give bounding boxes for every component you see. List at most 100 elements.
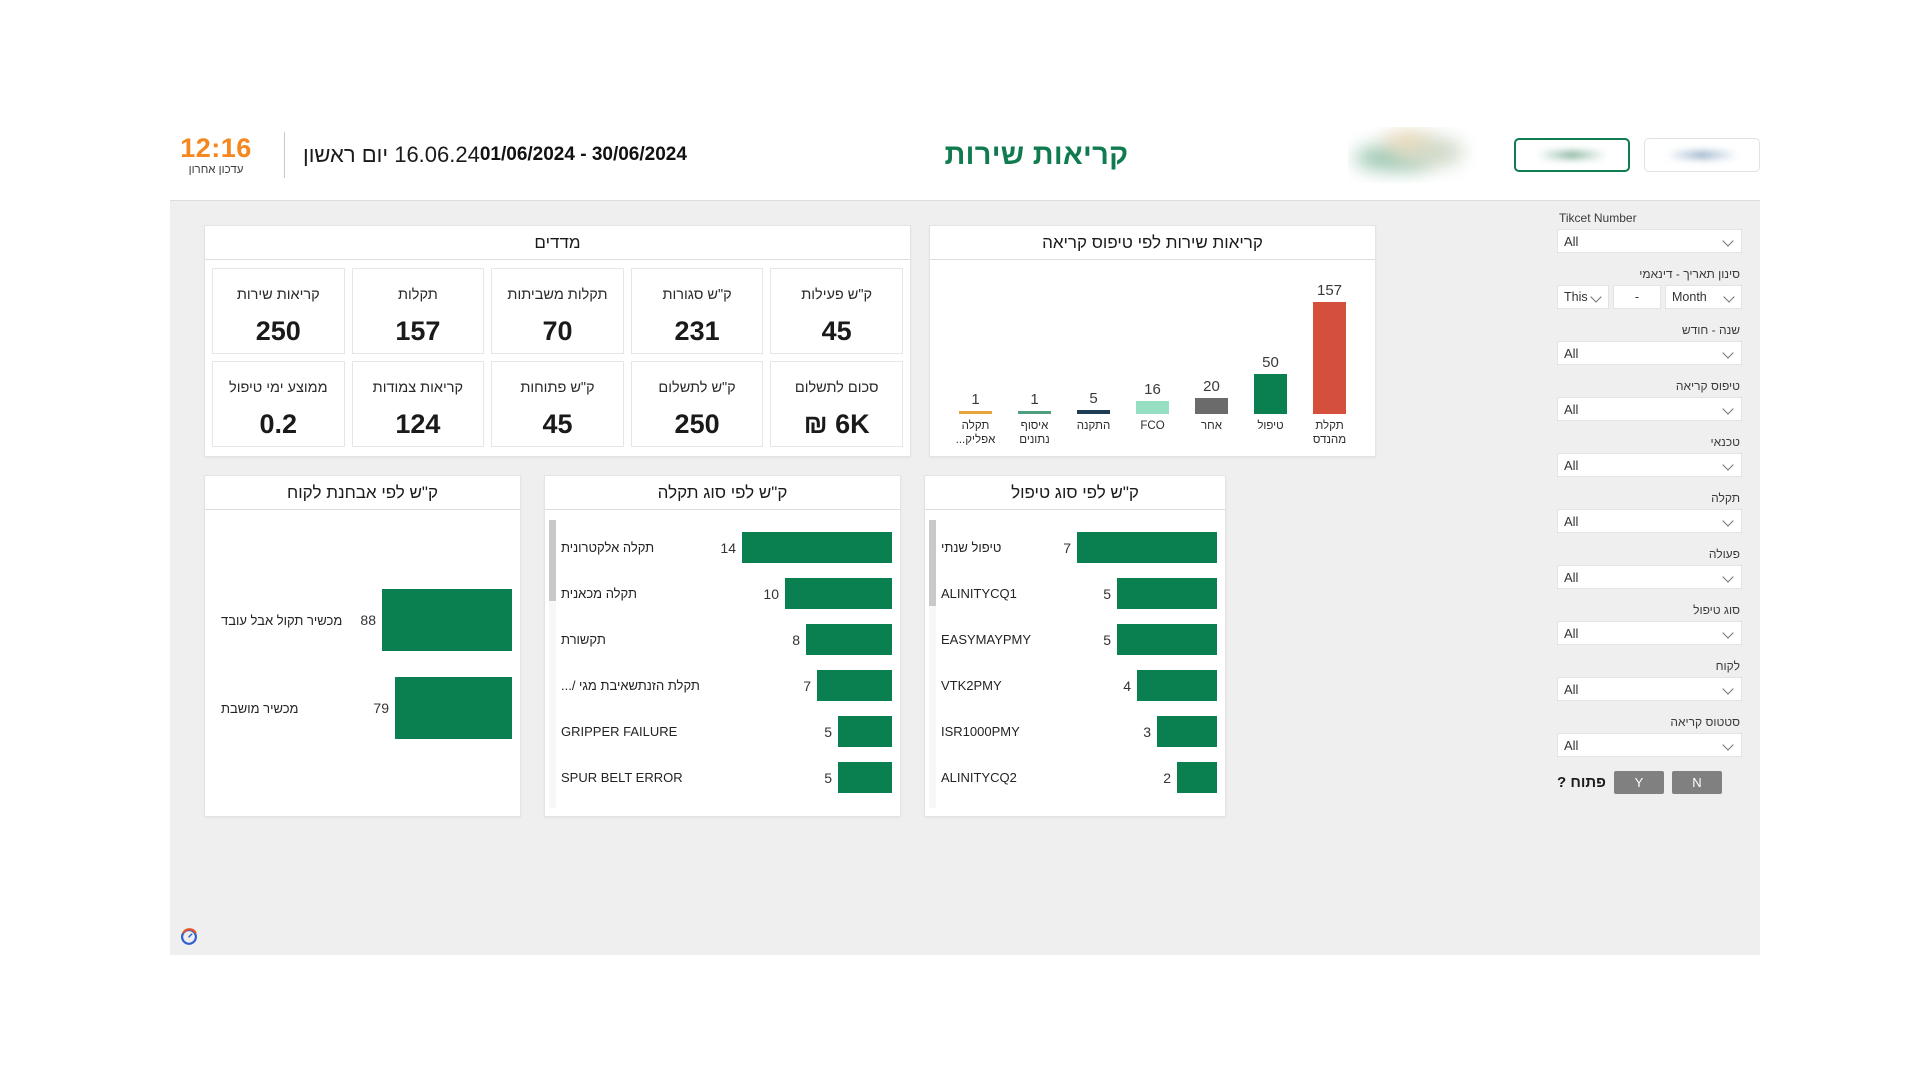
kpi-tile[interactable]: קריאות שירות 250 [212,268,345,354]
column-item[interactable]: 157 תקלת מהנדס [1300,266,1359,456]
column-value-label: 1 [1030,391,1039,408]
filter-dynamic-date-relative-value: This [1564,290,1588,304]
hbar-fill[interactable] [1077,532,1217,563]
column-bar[interactable] [1253,374,1288,414]
hbar-value-label: 5 [1103,631,1111,648]
hbar-row[interactable]: VTK2PMY 4 [933,670,1217,701]
hbar-fill[interactable] [806,624,892,655]
filter-dynamic-date-period[interactable]: Month [1665,285,1742,309]
column-bar[interactable] [1194,398,1229,414]
filter-treatment-type-value: All [1564,625,1579,641]
header-secondary-button[interactable] [1644,138,1760,172]
report-canvas: מדדים קריאות שירות 250 תקלות 157 תקלות משבית… [170,200,1760,955]
column-value-label: 1 [971,391,980,408]
kpi-card: מדדים קריאות שירות 250 תקלות 157 תקלות משבית… [205,226,910,456]
hbar-row[interactable]: תקלת הזנתשאיבת מגי /... 7 [553,670,892,701]
hbar-row[interactable]: ALINITYCQ2 2 [933,762,1217,793]
filter-fault[interactable]: All [1557,509,1742,533]
treatment-type-scrollbar[interactable] [929,520,936,808]
calls-by-customer-diagnosis-title: ק"ש לפי אבחנת לקוח [205,476,520,510]
filter-fault-value: All [1564,513,1579,529]
hbar-category-label: ALINITYCQ2 [941,770,1017,785]
column-item[interactable]: 20 אחר [1182,266,1241,456]
hbar-fill[interactable] [382,589,512,651]
open-toggle-no[interactable]: N [1671,771,1722,794]
hbar-row[interactable]: תקשורת 8 [553,624,892,655]
hbar-fill[interactable] [742,532,892,563]
filter-call-type[interactable]: All [1557,397,1742,421]
kpi-tile[interactable]: תקלות 157 [351,268,485,354]
hbar-value-label: 88 [360,612,376,628]
kpi-tile[interactable]: ק"ש פעילות 45 [770,268,903,354]
kpi-grid: קריאות שירות 250 תקלות 157 תקלות משביתות 70 ק"… [205,260,910,456]
filter-dynamic-date-relative[interactable]: This [1557,285,1609,309]
column-inner: 157 [1300,282,1359,414]
hbar-fill[interactable] [1177,762,1217,793]
hbar-row[interactable]: תקלה אלקטרונית 14 [553,532,892,563]
hbar-fill[interactable] [395,677,512,739]
hbar-fill[interactable] [838,716,892,747]
filter-label-call-status: סטטוס קריאה [1670,715,1740,729]
column-bar[interactable] [1135,401,1170,414]
hbar-row[interactable]: מכשיר תקול אבל עובד 88 [213,589,512,651]
column-category-label: אחר [1201,420,1222,432]
column-item[interactable]: 16 FCO [1123,266,1182,456]
filter-action[interactable]: All [1557,565,1742,589]
kpi-tile-label: ק"ש פעילות [801,286,873,303]
kpi-row: קריאות שירות 250 תקלות 157 תקלות משביתות 70 ק"… [212,268,903,354]
hbar-fill[interactable] [1157,716,1217,747]
hbar-row[interactable]: תקלה מכאנית 10 [553,578,892,609]
treatment-type-scrollbar-thumb[interactable] [929,520,936,607]
filter-ticket-number[interactable]: All [1557,229,1742,253]
filter-treatment-type[interactable]: All [1557,621,1742,645]
fault-type-scrollbar-thumb[interactable] [549,520,556,601]
column-item[interactable]: 1 איסוף נתונים [1005,266,1064,456]
hbar-fill[interactable] [817,670,892,701]
filter-year-month[interactable]: All [1557,341,1742,365]
filter-call-status[interactable]: All [1557,733,1742,757]
hbar-category-label: תקלת הזנתשאיבת מגי /... [561,678,700,693]
column-item[interactable]: 1 תקלה אפליק... [946,266,1005,456]
calls-by-fault-type-card: ק"ש לפי סוג תקלה תקלה אלקטרונית 14 תקלה מכ… [545,476,900,816]
hbar-fill[interactable] [838,762,892,793]
kpi-tile[interactable]: ק"ש סגורות 231 [630,268,764,354]
hbar-row[interactable]: GRIPPER FAILURE 5 [553,716,892,747]
hbar-row[interactable]: מכשיר מושבת 79 [213,677,512,739]
hbar-row[interactable]: טיפול שנתי 7 [933,532,1217,563]
page-title: קריאות שירות [944,138,1129,171]
kpi-tile[interactable]: ממוצע ימי טיפול 0.2 [212,361,345,447]
column-inner: 50 [1241,282,1300,414]
filter-label-call-type: טיפוס קריאה [1675,379,1740,393]
chevron-down-icon [1723,684,1734,695]
header-primary-button[interactable] [1514,138,1630,172]
kpi-tile[interactable]: סכום לתשלום 6K ₪ [770,361,903,447]
kpi-tile[interactable]: קריאות צמודות 124 [351,361,485,447]
filter-customer[interactable]: All [1557,677,1742,701]
kpi-tile[interactable]: תקלות משביתות 70 [491,268,624,354]
hbar-track: 10 [701,578,892,609]
hbar-fill[interactable] [785,578,892,609]
hbar-fill[interactable] [1117,624,1217,655]
column-bar[interactable] [1312,302,1347,414]
hbar-fill[interactable] [1117,578,1217,609]
hbar-fill[interactable] [1137,670,1217,701]
filter-dynamic-date-offset[interactable]: - [1613,285,1661,309]
calls-by-treatment-type-plot: טיפול שנתי 7 ALINITYCQ1 5 EASYMAYPMY 5 VTK2PMY… [925,510,1225,816]
hbar-category-label: ALINITYCQ1 [941,586,1017,601]
hbar-row[interactable]: SPUR BELT ERROR 5 [553,762,892,793]
chevron-down-icon [1723,404,1734,415]
hbar-row[interactable]: ALINITYCQ1 5 [933,578,1217,609]
kpi-tile[interactable]: ק"ש פתוחות 45 [491,361,624,447]
fault-type-scrollbar[interactable] [549,520,556,808]
header-left-group: 12:16 עדכון אחרון 16.06.24 יום ראשון 01/… [170,132,725,178]
hbar-row[interactable]: EASYMAYPMY 5 [933,624,1217,655]
column-item[interactable]: 5 התקנה [1064,266,1123,456]
dashboard-root: 12:16 עדכון אחרון 16.06.24 יום ראשון 01/… [0,0,1920,1080]
chevron-down-icon [1724,292,1735,303]
filter-technician[interactable]: All [1557,453,1742,477]
column-value-label: 16 [1144,381,1161,398]
hbar-row[interactable]: ISR1000PMY 3 [933,716,1217,747]
open-toggle-yes[interactable]: Y [1613,771,1664,794]
kpi-tile[interactable]: ק"ש לתשלום 250 [630,361,764,447]
column-item[interactable]: 50 טיפול [1241,266,1300,456]
